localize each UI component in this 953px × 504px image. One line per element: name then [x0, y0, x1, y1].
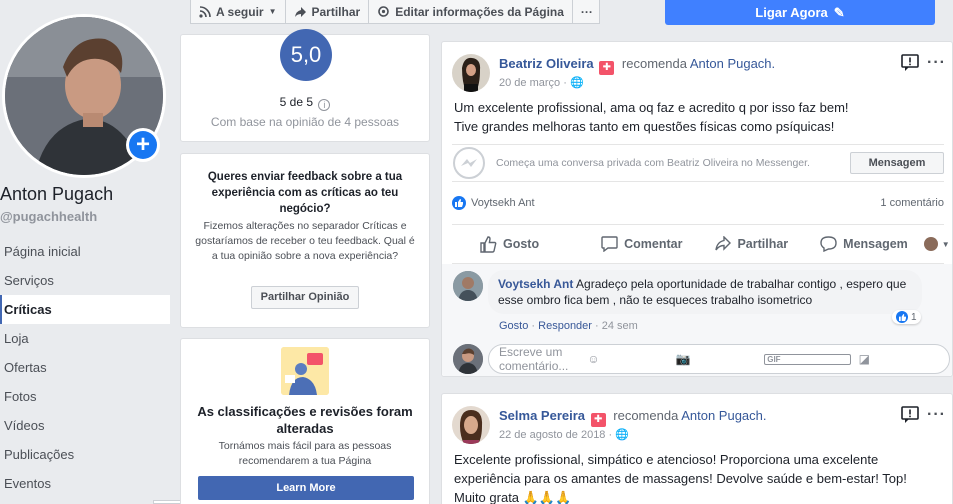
comment-input[interactable]: Escreve um comentário... ☺ 📷 GIF ◪: [488, 344, 950, 374]
share-arrow-icon: [294, 6, 306, 17]
nav-item-photos[interactable]: Fotos: [0, 382, 170, 411]
review-header: Beatriz Oliveira ✚ recomenda Anton Pugac…: [499, 56, 776, 75]
recommend-flag-icon: ✚: [599, 61, 615, 75]
rating-score: 5,0: [280, 29, 332, 81]
rating-out-of: 5 de 5 i: [181, 95, 429, 111]
nav-item-home[interactable]: Página inicial: [0, 237, 170, 266]
comments-section: Voytsekh Ant Agradeço pela oportunidade …: [442, 264, 952, 376]
camera-icon[interactable]: 📷: [676, 352, 756, 366]
edit-page-info-button[interactable]: Editar informações da Página: [369, 0, 573, 23]
post-controls: ···: [901, 406, 946, 424]
reviewer-name[interactable]: Beatriz Oliveira: [499, 56, 594, 71]
learn-more-button[interactable]: Learn More: [198, 476, 414, 500]
globe-icon: 🌐: [569, 77, 584, 89]
send-message-button[interactable]: Mensagem: [850, 152, 944, 174]
nav-item-events[interactable]: Eventos: [0, 469, 170, 498]
more-icon[interactable]: ···: [927, 406, 946, 424]
share-opinion-button[interactable]: Partilhar Opinião: [251, 286, 359, 309]
rating-based-on: Com base na opinião de 4 pessoas: [210, 115, 400, 129]
nav-item-services[interactable]: Serviços: [0, 266, 170, 295]
review-date: 20 de março · 🌐: [499, 77, 584, 89]
current-user-avatar: [453, 344, 483, 374]
like-reaction-icon: [896, 311, 908, 323]
add-profile-photo-button[interactable]: +: [126, 128, 160, 162]
gear-icon: [378, 6, 389, 17]
comment-reactions[interactable]: 1: [892, 310, 921, 324]
left-sidebar: + Anton Pugach @pugachhealth Página inic…: [0, 0, 175, 504]
share-page-button[interactable]: Partilhar: [286, 0, 370, 23]
commenter-name[interactable]: Voytsekh Ant: [498, 277, 573, 291]
nav-item-offers[interactable]: Ofertas: [0, 353, 170, 382]
comment-icon: [601, 236, 618, 252]
likers-names[interactable]: Voytsekh Ant: [471, 197, 880, 209]
feedback-body: Fizemos alterações no separador Críticas…: [195, 220, 415, 262]
recommended-page-link[interactable]: Anton Pugach.: [690, 56, 775, 71]
share-icon: [715, 236, 732, 251]
page-nav: Página inicial Serviços Críticas Loja Of…: [0, 237, 170, 498]
info-icon[interactable]: i: [318, 99, 331, 111]
nav-item-posts[interactable]: Publicações: [0, 440, 170, 469]
reactions-summary: Voytsekh Ant 1 comentário: [452, 196, 944, 210]
comment-button[interactable]: Comentar: [601, 236, 682, 252]
caret-down-icon: ▼: [941, 239, 950, 249]
review-post: Beatriz Oliveira ✚ recomenda Anton Pugac…: [441, 41, 953, 377]
comment-bubble: Voytsekh Ant Agradeço pela oportunidade …: [488, 270, 922, 314]
changes-body: Tornámos mais fácil para as pessoas reco…: [218, 440, 392, 467]
feedback-title: Queres enviar feedback sobre a tua exper…: [207, 171, 403, 215]
nav-item-videos[interactable]: Vídeos: [0, 411, 170, 440]
comment-meta: Gosto · Responder · 24 sem: [499, 320, 638, 332]
comment-like-link[interactable]: Gosto: [499, 320, 528, 332]
review-date: 22 de agosto de 2018 · 🌐: [499, 429, 629, 441]
thumbs-up-icon: [480, 235, 497, 253]
messenger-bubble-icon: [820, 236, 837, 252]
changes-title: As classificações e revisões foram alter…: [197, 404, 413, 436]
post-actions: Gosto Comentar Partilhar Mensagem ▼: [452, 224, 950, 264]
plus-icon: +: [129, 131, 157, 159]
like-reaction-icon: [452, 196, 466, 210]
user-avatar-small: [923, 237, 938, 251]
reviewer-name[interactable]: Selma Pereira: [499, 408, 585, 423]
comment-reply-link[interactable]: Responder: [538, 320, 592, 332]
messenger-icon: [453, 147, 485, 179]
commenter-avatar[interactable]: [453, 271, 483, 301]
comment-time[interactable]: 24 sem: [602, 320, 638, 332]
page-action-toolbar: A seguir ▼ Partilhar Editar informações …: [190, 0, 600, 24]
messenger-prompt: Começa uma conversa privada com Beatriz …: [452, 144, 944, 182]
caret-down-icon: ▼: [268, 7, 277, 16]
nav-item-shop[interactable]: Loja: [0, 324, 170, 353]
rss-icon: [199, 5, 211, 18]
gif-icon[interactable]: GIF: [764, 353, 851, 365]
like-button[interactable]: Gosto: [480, 235, 539, 253]
more-icon[interactable]: ···: [927, 54, 946, 72]
following-button[interactable]: A seguir ▼: [191, 0, 286, 23]
comment-count[interactable]: 1 comentário: [880, 197, 944, 209]
message-button[interactable]: Mensagem: [820, 236, 908, 252]
more-options-button[interactable]: ···: [573, 0, 601, 23]
reviewer-avatar[interactable]: [452, 54, 490, 92]
post-as-selector[interactable]: ▼: [923, 237, 950, 251]
review-text: Excelente profissional, simpático e aten…: [454, 452, 907, 504]
ratings-changed-card: As classificações e revisões foram alter…: [180, 338, 430, 504]
recommended-page-link[interactable]: Anton Pugach.: [681, 408, 766, 423]
call-now-button[interactable]: Ligar Agora ✎: [665, 0, 935, 25]
rating-summary-card: 5,0 5 de 5 i Com base na opinião de 4 pe…: [180, 29, 430, 142]
globe-icon: 🌐: [615, 429, 629, 441]
page-handle[interactable]: @pugachhealth: [0, 209, 97, 224]
report-icon[interactable]: [901, 54, 919, 72]
emoji-icon[interactable]: ☺: [587, 352, 667, 366]
post-controls: ···: [901, 54, 946, 72]
review-post: Selma Pereira ✚ recomenda Anton Pugach. …: [441, 393, 953, 504]
share-button[interactable]: Partilhar: [714, 236, 788, 252]
reviewer-avatar[interactable]: [452, 406, 490, 444]
recommend-flag-icon: ✚: [590, 413, 606, 427]
review-header: Selma Pereira ✚ recomenda Anton Pugach.: [499, 408, 767, 427]
feedback-card: Queres enviar feedback sobre a tua exper…: [180, 153, 430, 328]
report-icon[interactable]: [901, 406, 919, 424]
nav-item-reviews[interactable]: Críticas: [0, 295, 170, 324]
page-name: Anton Pugach: [0, 184, 114, 204]
reviews-illustration-icon: [281, 347, 329, 395]
pencil-icon: ✎: [833, 4, 845, 20]
review-text: Um excelente profissional, ama oq faz e …: [454, 100, 849, 134]
sticker-icon[interactable]: ◪: [859, 352, 939, 366]
